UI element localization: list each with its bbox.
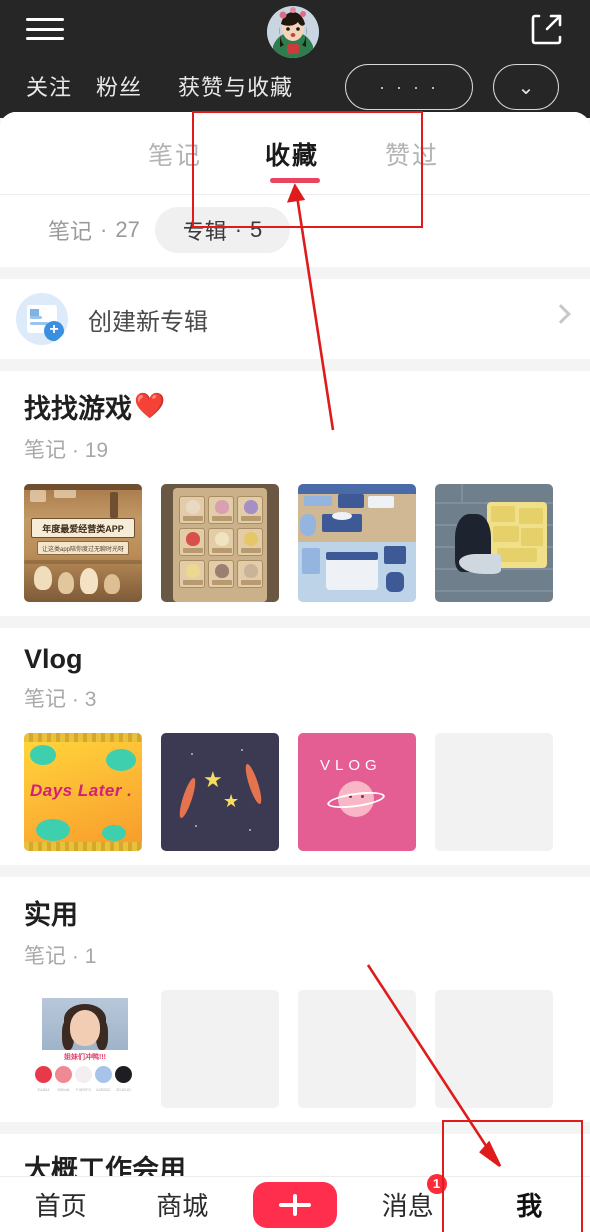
- album-count-dot: ·: [71, 439, 79, 462]
- thumb-character-grid[interactable]: [161, 484, 279, 602]
- days-later-title: Days Later .: [30, 781, 133, 800]
- section-gap-2: [0, 359, 590, 371]
- thumb-stars-cover[interactable]: ★ ★: [161, 733, 279, 851]
- chip-notes-count: 27: [115, 217, 140, 242]
- add-post-button[interactable]: [253, 1181, 337, 1228]
- album-title: Vlog: [24, 644, 83, 674]
- album-count-value: 3: [84, 688, 97, 711]
- tab-collect[interactable]: 收藏: [265, 136, 319, 172]
- create-album-icon: +: [16, 293, 68, 345]
- album-section[interactable]: Vlog 笔记 · 3 Days Later . ★ ★ VLOG: [0, 628, 590, 865]
- hamburger-icon[interactable]: [26, 14, 64, 44]
- album-thumbs: 年度最爱经营类APP 让这类app陪你度过无聊时光呀: [0, 464, 590, 602]
- album-title: 找找游戏: [24, 394, 132, 424]
- section-gap-3: [0, 616, 590, 628]
- poster-subtitle: 让这类app陪你度过无聊时光呀: [37, 541, 129, 555]
- settings-button[interactable]: ⌄: [493, 64, 559, 110]
- album-count-label: 笔记: [24, 945, 66, 968]
- album-title-row: 找找游戏 ❤️: [24, 387, 590, 426]
- album-count-value: 1: [84, 945, 97, 968]
- create-album-label: 创建新专辑: [88, 308, 208, 336]
- profile-header: 关注 粉丝 获赞与收藏 · · · · ⌄: [0, 0, 590, 118]
- chip-notes[interactable]: 笔记 · 27: [26, 207, 162, 253]
- filter-chips: 笔记 · 27 专辑 · 5: [0, 195, 590, 267]
- thumb-isometric-room[interactable]: [298, 484, 416, 602]
- stat-likes-collects[interactable]: 获赞与收藏: [178, 70, 293, 102]
- settings-label: ⌄: [517, 76, 535, 99]
- section-gap-4: [0, 865, 590, 877]
- palette-caption: 姐妹们冲鸭!!!: [64, 1054, 106, 1061]
- swatch-label: E864A: [57, 1087, 70, 1092]
- thumb-empty-placeholder[interactable]: [435, 990, 553, 1108]
- chip-albums[interactable]: 专辑 · 5: [155, 207, 290, 253]
- swatch-label: F4EEF0: [76, 1087, 91, 1092]
- album-count-label: 笔记: [24, 439, 66, 462]
- chevron-right-icon: [551, 304, 571, 324]
- thumb-empty-placeholder[interactable]: [435, 733, 553, 851]
- chip-albums-dot: ·: [234, 217, 243, 242]
- section-gap-1: [0, 267, 590, 279]
- thumb-vlog-planet-cover[interactable]: VLOG: [298, 733, 416, 851]
- album-thumbs: Days Later . ★ ★ VLOG: [0, 713, 590, 851]
- nav-item-me[interactable]: 我: [469, 1186, 590, 1223]
- status-badge: 1: [426, 1174, 447, 1194]
- album-count-label: 笔记: [24, 688, 66, 711]
- plus-badge-icon: +: [44, 321, 64, 341]
- swatch-label: EA834: [37, 1087, 50, 1092]
- app-root: 关注 粉丝 获赞与收藏 · · · · ⌄ 笔记 收藏 赞过 笔记 · 27 专…: [0, 0, 590, 1232]
- nav-item-home[interactable]: 首页: [0, 1186, 122, 1223]
- album-title: 实用: [24, 900, 78, 930]
- thumb-days-later-cover[interactable]: Days Later .: [24, 733, 142, 851]
- thumb-empty-placeholder[interactable]: [298, 990, 416, 1108]
- swatch-label: A2B53C: [96, 1087, 111, 1092]
- swatch-label: 2D1D1D: [115, 1087, 132, 1092]
- header-stats: 关注 粉丝 获赞与收藏 · · · · ⌄: [0, 62, 590, 118]
- album-title-row: Vlog: [24, 644, 590, 675]
- tab-active-underline: [270, 178, 320, 183]
- thumb-empty-placeholder[interactable]: [161, 990, 279, 1108]
- album-count-dot: ·: [71, 688, 79, 711]
- album-thumbs: 姐妹们冲鸭!!! EA834 E864A F4EEF0 A2B53C 2D1D1…: [0, 970, 590, 1108]
- content-sheet: 笔记 收藏 赞过 笔记 · 27 专辑 · 5 + 创建新专辑 找找游戏 ❤️ …: [0, 112, 590, 1176]
- tab-liked[interactable]: 赞过: [385, 136, 439, 172]
- header-top-bar: [0, 0, 590, 62]
- album-count: 笔记 · 1: [24, 940, 590, 970]
- album-count-dot: ·: [71, 945, 79, 968]
- chip-notes-label: 笔记: [48, 219, 93, 244]
- nav-item-messages-label: 消息: [381, 1191, 434, 1221]
- avatar-image: [267, 6, 319, 58]
- stat-followers[interactable]: 粉丝: [96, 70, 142, 102]
- album-count-value: 19: [84, 439, 109, 462]
- avatar[interactable]: [267, 6, 319, 58]
- nav-item-messages[interactable]: 消息 1: [347, 1174, 469, 1223]
- nav-item-shop[interactable]: 商城: [122, 1186, 244, 1223]
- poster-title: 年度最爱经营类APP: [31, 518, 135, 538]
- edit-profile-label: · · · ·: [379, 76, 439, 97]
- album-title-partial: 大概工作会用: [24, 1155, 186, 1176]
- chip-albums-count: 5: [250, 217, 263, 242]
- album-count: 笔记 · 3: [24, 683, 590, 713]
- bottom-navigation: 首页 商城 消息 1 我: [0, 1174, 590, 1232]
- thumb-sepia-game-poster[interactable]: 年度最爱经营类APP 让这类app陪你度过无聊时光呀: [24, 484, 142, 602]
- stat-following[interactable]: 关注: [26, 70, 72, 102]
- album-section[interactable]: 找找游戏 ❤️ 笔记 · 19 年度最爱经营类APP 让这类app陪你度过无聊时…: [0, 371, 590, 616]
- content-tabs: 笔记 收藏 赞过: [0, 112, 590, 194]
- share-external-icon[interactable]: [530, 12, 564, 46]
- chip-albums-label: 专辑: [182, 219, 227, 244]
- vlog-title: VLOG: [320, 757, 382, 774]
- chip-notes-dot: ·: [100, 217, 108, 242]
- create-album-row[interactable]: + 创建新专辑: [0, 279, 590, 359]
- thumb-wall-notes[interactable]: [435, 484, 553, 602]
- album-count: 笔记 · 19: [24, 434, 590, 464]
- album-section[interactable]: 实用 笔记 · 1 姐妹们冲鸭!!! EA834 E864A F4EEF0 A2…: [0, 877, 590, 1122]
- section-gap-5: [0, 1122, 590, 1134]
- edit-profile-button[interactable]: · · · ·: [345, 64, 473, 110]
- heart-icon: ❤️: [134, 392, 166, 420]
- album-title-row: 实用: [24, 893, 590, 932]
- tab-notes[interactable]: 笔记: [148, 136, 202, 172]
- thumb-color-palette-card[interactable]: 姐妹们冲鸭!!! EA834 E864A F4EEF0 A2B53C 2D1D1…: [24, 990, 142, 1108]
